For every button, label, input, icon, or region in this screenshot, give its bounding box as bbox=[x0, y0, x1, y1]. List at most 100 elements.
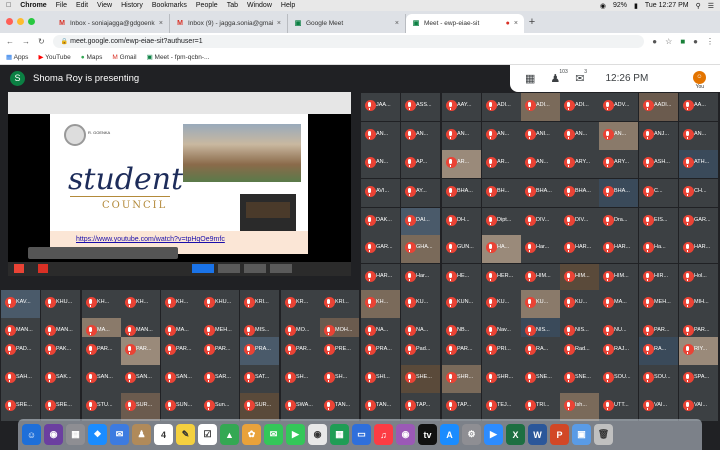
reminders-icon[interactable]: ☑ bbox=[198, 424, 217, 445]
participant-tile[interactable]: SH... bbox=[320, 365, 359, 393]
participant-tile[interactable]: KH... bbox=[161, 290, 200, 318]
participant-tile[interactable]: KU... bbox=[401, 290, 440, 318]
mail-icon[interactable]: ✉ bbox=[110, 424, 129, 445]
participant-tile[interactable]: MA... bbox=[599, 290, 638, 318]
participant-tile[interactable]: AN... bbox=[482, 122, 521, 150]
participant-tile[interactable]: TAP... bbox=[442, 393, 481, 421]
participant-tile[interactable]: GHA... bbox=[401, 235, 440, 263]
participant-tile[interactable]: KH... bbox=[82, 290, 121, 318]
participant-tile[interactable]: HIR... bbox=[639, 264, 678, 292]
participant-tile[interactable]: TAP... bbox=[401, 393, 440, 421]
tv-icon[interactable]: tv bbox=[418, 424, 437, 445]
participant-tile[interactable]: VAI... bbox=[639, 393, 678, 421]
participant-tile[interactable]: SWA... bbox=[281, 393, 320, 421]
preview-icon[interactable]: ▣ bbox=[572, 424, 591, 445]
participant-tile[interactable]: HAR... bbox=[679, 235, 718, 263]
notes-icon[interactable]: ✎ bbox=[176, 424, 195, 445]
close-window-button[interactable] bbox=[6, 18, 13, 25]
bookmark-maps[interactable]: ● Maps bbox=[81, 54, 103, 61]
participant-tile[interactable]: PAR... bbox=[200, 337, 239, 365]
participant-tile[interactable]: DIV... bbox=[521, 208, 560, 236]
participant-tile[interactable]: PAR... bbox=[442, 337, 481, 365]
participant-tile[interactable]: AN... bbox=[560, 122, 599, 150]
participant-tile[interactable]: AN... bbox=[679, 122, 718, 150]
participant-tile[interactable]: Ha... bbox=[639, 235, 678, 263]
new-tab-button[interactable]: + bbox=[524, 14, 540, 33]
participant-tile[interactable]: AN... bbox=[442, 122, 481, 150]
menu-app-name[interactable]: Chrome bbox=[20, 2, 46, 9]
participant-tile[interactable]: KR... bbox=[281, 290, 320, 318]
powerpoint-icon[interactable]: P bbox=[550, 424, 569, 445]
participant-tile[interactable]: AN... bbox=[521, 150, 560, 178]
participant-tile[interactable]: SOU... bbox=[639, 365, 678, 393]
participant-tile[interactable]: AY... bbox=[401, 179, 440, 207]
menu-bookmarks[interactable]: Bookmarks bbox=[152, 2, 187, 9]
participant-tile[interactable]: KHU... bbox=[200, 290, 239, 318]
camera-indicator-icon[interactable]: ● bbox=[652, 37, 657, 46]
control-center-icon[interactable]: ☰ bbox=[708, 2, 714, 10]
participant-tile[interactable]: BHA... bbox=[521, 179, 560, 207]
battery-percent[interactable]: 92% bbox=[613, 2, 627, 9]
messages-icon[interactable]: ✉ bbox=[264, 424, 283, 445]
back-icon[interactable]: ← bbox=[6, 37, 14, 46]
participant-tile[interactable]: GAR... bbox=[679, 208, 718, 236]
trash-icon[interactable]: 🗑 bbox=[594, 424, 613, 445]
participant-tile[interactable]: AR... bbox=[442, 150, 481, 178]
minimize-window-button[interactable] bbox=[17, 18, 24, 25]
tab-google-meet[interactable]: ▣ Google Meet × bbox=[288, 14, 406, 33]
participant-tile[interactable]: SAN... bbox=[121, 365, 160, 393]
tab-gmail-school[interactable]: M Inbox - soniajagga@gdgoenka × bbox=[52, 14, 170, 33]
participant-tile[interactable]: KH... bbox=[361, 290, 400, 318]
participant-tile[interactable]: TAN... bbox=[361, 393, 400, 421]
participant-tile[interactable]: HAR... bbox=[361, 264, 400, 292]
people-icon[interactable]: ♟ 103 bbox=[550, 69, 567, 85]
participant-tile[interactable]: DAK... bbox=[361, 208, 400, 236]
participant-tile[interactable]: SAR... bbox=[200, 365, 239, 393]
forward-icon[interactable]: → bbox=[22, 37, 30, 46]
bookmark-youtube[interactable]: ▶ YouTube bbox=[38, 53, 70, 61]
participant-tile[interactable]: Har... bbox=[401, 264, 440, 292]
participant-tile[interactable]: CH... bbox=[679, 179, 718, 207]
menu-window[interactable]: Window bbox=[247, 2, 272, 9]
contacts-icon[interactable]: ♟ bbox=[132, 424, 151, 445]
close-tab-icon[interactable]: × bbox=[277, 20, 281, 27]
tab-gmail-personal[interactable]: M Inbox (9) - jagga.sonia@gmail × bbox=[170, 14, 288, 33]
participant-tile[interactable]: KU... bbox=[521, 290, 560, 318]
bookmark-meet[interactable]: ▣ Meet - fpm-qcbn-... bbox=[147, 53, 210, 61]
menu-history[interactable]: History bbox=[121, 2, 143, 9]
participant-tile[interactable]: HAR... bbox=[560, 235, 599, 263]
participant-tile[interactable]: KU... bbox=[560, 290, 599, 318]
participant-tile[interactable]: DIV... bbox=[560, 208, 599, 236]
menu-people[interactable]: People bbox=[196, 2, 218, 9]
participant-tile[interactable]: C... bbox=[639, 179, 678, 207]
apple-icon[interactable]:  bbox=[6, 2, 11, 9]
participant-tile[interactable]: Rad... bbox=[560, 337, 599, 365]
participant-tile[interactable]: KH... bbox=[121, 290, 160, 318]
participant-tile[interactable]: AN... bbox=[599, 122, 638, 150]
participant-tile[interactable]: KRI... bbox=[320, 290, 359, 318]
participant-tile[interactable]: PRA... bbox=[240, 337, 279, 365]
participant-tile[interactable]: EIS... bbox=[639, 208, 678, 236]
chrome-icon[interactable]: ◉ bbox=[308, 424, 327, 445]
participant-tile[interactable]: ARY... bbox=[599, 150, 638, 178]
participant-tile[interactable]: TRI... bbox=[521, 393, 560, 421]
participant-tile[interactable]: SHE... bbox=[401, 365, 440, 393]
chat-icon[interactable]: ✉ 3 bbox=[575, 69, 587, 85]
participant-tile[interactable]: KAV... bbox=[1, 290, 40, 318]
participant-tile[interactable]: RIY... bbox=[679, 337, 718, 365]
battery-icon[interactable]: ▮ bbox=[634, 2, 638, 10]
star-icon[interactable]: ☆ bbox=[665, 37, 672, 46]
menu-help[interactable]: Help bbox=[281, 2, 295, 9]
participant-tile[interactable]: Dipt... bbox=[482, 208, 521, 236]
participant-tile[interactable]: HIM... bbox=[560, 264, 599, 292]
zoom-window-button[interactable] bbox=[28, 18, 35, 25]
participant-tile[interactable]: PAR... bbox=[82, 337, 121, 365]
participant-tile[interactable]: ADV... bbox=[599, 93, 638, 121]
close-tab-icon[interactable]: × bbox=[395, 20, 399, 27]
participant-tile[interactable]: HA... bbox=[482, 235, 521, 263]
participant-tile[interactable]: AVI... bbox=[361, 179, 400, 207]
participant-tile[interactable]: PAK... bbox=[41, 337, 80, 365]
participant-tile[interactable]: Har... bbox=[521, 235, 560, 263]
participant-tile[interactable]: AADI... bbox=[639, 93, 678, 121]
participant-tile[interactable]: AP... bbox=[401, 150, 440, 178]
